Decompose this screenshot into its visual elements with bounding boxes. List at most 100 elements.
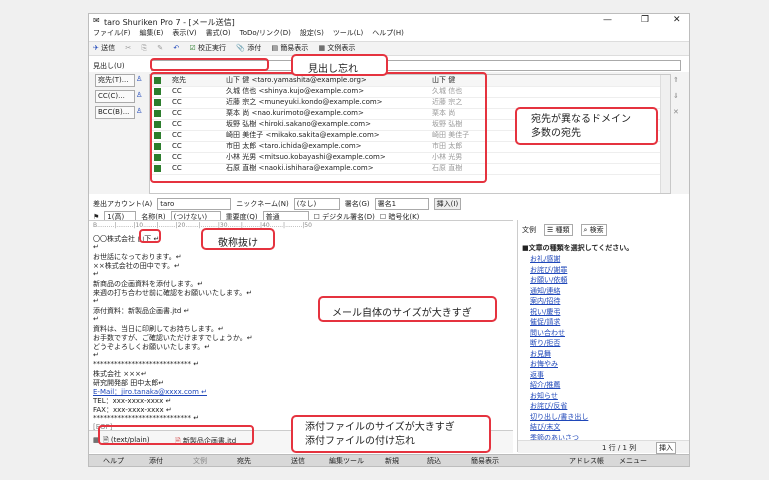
edit-icon[interactable]: ✎ <box>157 42 163 55</box>
sender-row: 差出アカウント(A) taro ニックネーム(N) (なし) 署名(G) 署名1… <box>93 198 462 210</box>
list-item[interactable]: 通知/連絡 <box>530 286 588 297</box>
address-book-icon[interactable]: ♙ <box>136 107 142 115</box>
body-line: ××株式会社の田中です。↵ <box>93 262 180 270</box>
list-item[interactable]: お詫び/謝罪 <box>530 265 588 276</box>
maximize-button[interactable]: ❐ <box>641 15 649 25</box>
template-panel: 文例 ☰ 種類 ⌕ 検索 ■文章の種類を選択してください。 お礼/感謝 お詫び/… <box>517 220 689 454</box>
status-send[interactable]: 送信 <box>291 456 305 466</box>
toolbar: ✈ 送信 ✂ ⎘ ✎ ↶ ☑ 校正実行 📎 添付 ▤ 簡易表示 ▦ 文例表示 <box>89 41 689 56</box>
status-new[interactable]: 新規 <box>385 456 399 466</box>
list-item[interactable]: 祝い/慶弔 <box>530 307 588 318</box>
list-item[interactable]: 切り出し/書き出し <box>530 412 588 423</box>
body-line: 来週の打ち合わせ前に確認をお願いいたします。↵ <box>93 289 253 297</box>
menu-bar: ファイル(F) 編集(E) 表示(V) 書式(O) ToDo/リンク(D) 設定(S) ツー… <box>89 28 689 40</box>
list-item[interactable]: 案内/招待 <box>530 296 588 307</box>
subject-highlight <box>150 58 269 71</box>
status-address-book[interactable]: アドレス帳 <box>569 456 604 466</box>
nickname-label: ニックネーム(N) <box>236 200 289 208</box>
status-attach[interactable]: 添付 <box>149 456 163 466</box>
list-item[interactable]: お知らせ <box>530 391 588 402</box>
list-item[interactable]: お見舞 <box>530 349 588 360</box>
send-button[interactable]: ✈ 送信 <box>93 42 115 55</box>
menu-file[interactable]: ファイル(F) <box>93 28 131 38</box>
body-line: ↵ <box>93 270 99 278</box>
status-bar: ヘルプ 添付 文例 宛先 送信 編集ツール 新規 読込 簡易表示 アドレス帳 メ… <box>89 454 689 466</box>
body-line: どうぞよろしくお願いいたします。↵ <box>93 343 211 351</box>
menu-tools[interactable]: ツール(L) <box>333 28 363 38</box>
search-icon: ⌕ <box>583 226 588 234</box>
menu-settings[interactable]: 設定(S) <box>300 28 324 38</box>
status-menu[interactable]: メニュー <box>619 456 647 466</box>
attachments-highlight <box>98 425 254 445</box>
body-line: ↵ <box>93 297 99 305</box>
signature-label: 署名(G) <box>344 200 370 208</box>
callout-attachments: 添付ファイルのサイズが大きすぎ 添付ファイルの付け忘れ <box>291 415 491 453</box>
minimize-button[interactable]: — <box>603 15 612 25</box>
status-simple-view[interactable]: 簡易表示 <box>471 456 499 466</box>
menu-help[interactable]: ヘルプ(H) <box>372 28 404 38</box>
proofread-button[interactable]: ☑ 校正実行 <box>190 42 227 55</box>
list-item[interactable]: 結び/末文 <box>530 422 588 433</box>
sender-account-select[interactable]: taro <box>157 198 232 210</box>
status-template[interactable]: 文例 <box>193 456 207 466</box>
list-item[interactable]: お悔やみ <box>530 359 588 370</box>
recipients-highlight <box>150 72 487 183</box>
template-heading: ■文章の種類を選択してください。 <box>522 244 634 252</box>
delete-icon[interactable]: ✕ <box>673 108 679 116</box>
menu-view[interactable]: 表示(V) <box>172 28 196 38</box>
menu-format[interactable]: 書式(O) <box>206 28 231 38</box>
insert-template-button[interactable]: 挿入 <box>656 442 676 454</box>
status-edit-tools[interactable]: 編集ツール <box>329 456 364 466</box>
view-icon: ▤ <box>271 44 279 52</box>
tab-template[interactable]: 文例 <box>522 225 536 235</box>
list-item[interactable]: 催促/請求 <box>530 317 588 328</box>
tab-category[interactable]: ☰ 種類 <box>544 224 573 236</box>
status-to[interactable]: 宛先 <box>237 456 251 466</box>
panel-footer: 1 行 / 1 列 挿入 <box>518 440 689 454</box>
template-icon: ▦ <box>318 44 326 52</box>
address-book-icon[interactable]: ♙ <box>136 75 142 83</box>
list-item[interactable]: お願い/依頼 <box>530 275 588 286</box>
proofread-icon: ☑ <box>189 44 196 52</box>
tab-search[interactable]: ⌕ 検索 <box>580 224 607 236</box>
honorific-highlight <box>139 229 161 243</box>
app-icon: ✉ <box>93 16 100 25</box>
body-line: ↵ <box>93 315 99 323</box>
window-title: taro Shuriken Pro 7 - [メール送信] <box>104 18 235 27</box>
subject-label: 見出し(U) <box>93 62 125 70</box>
sender-account-label: 差出アカウント(A) <box>93 200 153 208</box>
list-item[interactable]: お礼/感謝 <box>530 254 588 265</box>
address-book-icon[interactable]: ♙ <box>136 91 142 99</box>
signature-select[interactable]: 署名1 <box>374 198 429 210</box>
list-item[interactable]: 紹介/推薦 <box>530 380 588 391</box>
clip-icon: 📎 <box>236 44 245 52</box>
bcc-button[interactable]: BCC(B)... <box>95 106 135 119</box>
list-item[interactable]: 断り/拒否 <box>530 338 588 349</box>
insert-signature-button[interactable]: 挿入(I) <box>433 198 462 210</box>
body-line: ↵ <box>93 243 99 251</box>
attach-button[interactable]: 📎 添付 <box>236 42 261 55</box>
list-item[interactable]: 問い合わせ <box>530 328 588 339</box>
body-editor[interactable]: B.........|.........|10.......|.........… <box>89 220 513 431</box>
list-item[interactable]: お詫び/反省 <box>530 401 588 412</box>
list-item[interactable]: 返事 <box>530 370 588 381</box>
scroll-up-icon[interactable]: ⇑ <box>673 76 679 84</box>
cut-icon[interactable]: ✂ <box>125 42 131 55</box>
status-load[interactable]: 読込 <box>427 456 441 466</box>
nickname-select[interactable]: (なし) <box>293 198 340 210</box>
copy-icon[interactable]: ⎘ <box>141 42 147 55</box>
status-help[interactable]: ヘルプ <box>103 456 124 466</box>
recipients-scrollbar[interactable] <box>660 75 670 193</box>
cc-button[interactable]: CC(C)... <box>95 90 135 103</box>
undo-icon[interactable]: ↶ <box>173 42 179 55</box>
body-line: **************************** ↵ <box>93 414 200 422</box>
title-bar: ✉ taro Shuriken Pro 7 - [メール送信] — ❐ ✕ <box>89 14 689 28</box>
menu-edit[interactable]: 編集(E) <box>140 28 164 38</box>
menu-todo[interactable]: ToDo/リンク(D) <box>240 28 291 38</box>
scroll-down-icon[interactable]: ⇓ <box>673 92 679 100</box>
callout-subject: 見出し忘れ <box>291 54 388 76</box>
list-icon: ☰ <box>547 226 554 234</box>
body-line: **************************** ↵ <box>93 360 200 368</box>
to-button[interactable]: 宛先(T)... <box>95 74 135 87</box>
close-button[interactable]: ✕ <box>673 15 681 25</box>
